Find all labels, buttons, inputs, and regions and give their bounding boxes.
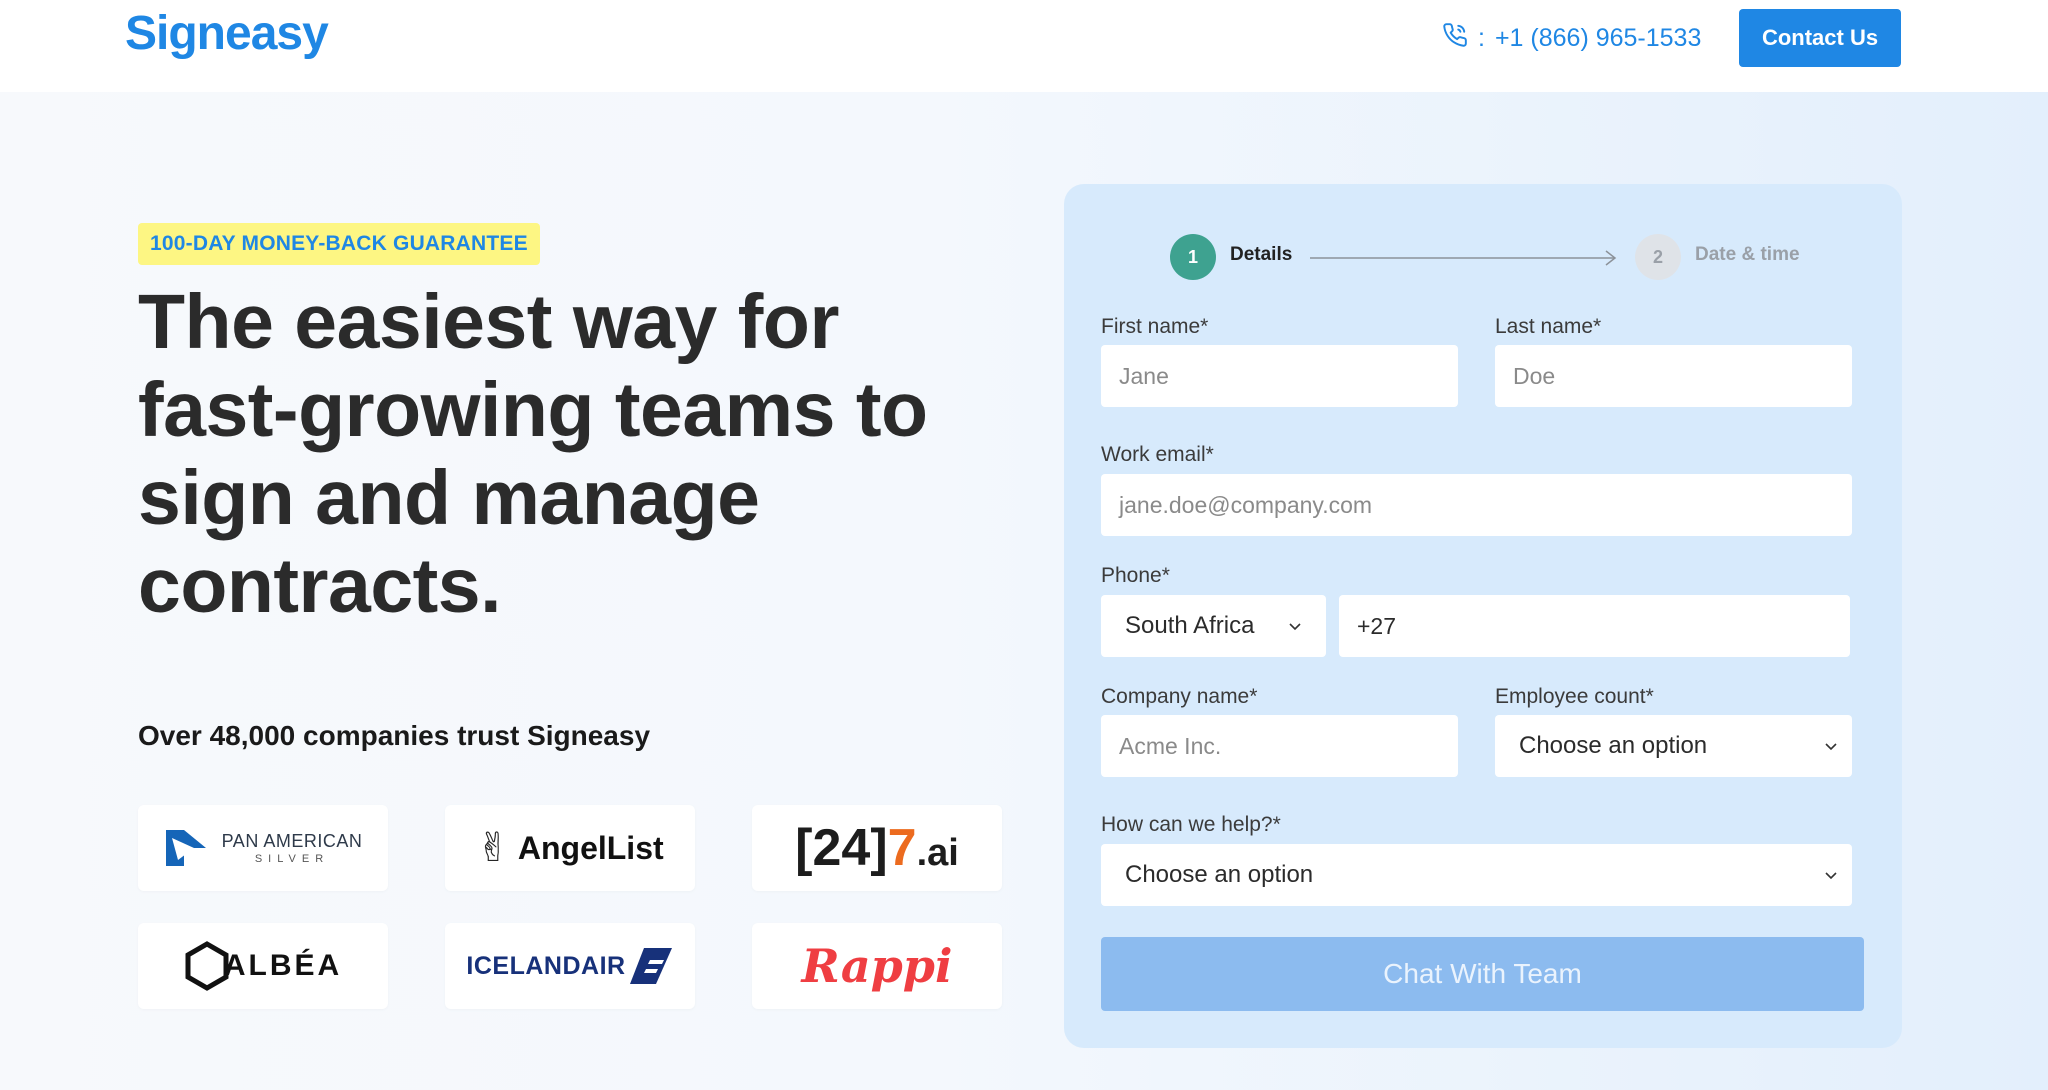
logo-247-part-b: 7 [887, 819, 917, 877]
logo-icelandair-name: ICELANDAIR [466, 951, 626, 980]
chat-with-team-button[interactable]: Chat With Team [1101, 937, 1864, 1011]
logo-pan-american-name: PAN AMERICAN [221, 830, 363, 851]
company-name-input[interactable]: Acme Inc. [1101, 715, 1458, 777]
chevron-down-icon [1289, 623, 1301, 631]
help-value: Choose an option [1125, 861, 1314, 888]
first-name-label: First name* [1101, 315, 1209, 338]
help-label: How can we help?* [1101, 813, 1281, 836]
logo-247-part-a: [24] [795, 819, 888, 877]
signeasy-logo[interactable]: Signeasy [125, 6, 329, 61]
phone-country-select[interactable]: South Africa [1101, 595, 1326, 657]
logo-angellist: ✌ AngelList [445, 805, 695, 891]
logo-247ai: [24] 7 .ai [752, 805, 1002, 891]
step-1-label: Details [1230, 244, 1293, 265]
logo-albea-name: ALBÉA [223, 949, 343, 982]
logo-rappi: Rappi [752, 923, 1002, 1009]
trust-text: Over 48,000 companies trust Signeasy [138, 720, 651, 751]
last-name-label: Last name* [1495, 315, 1602, 338]
icelandair-wing-icon [629, 948, 672, 984]
contact-us-button[interactable]: Contact Us [1739, 9, 1901, 67]
help-select[interactable]: Choose an option [1101, 844, 1852, 906]
employee-count-value: Choose an option [1519, 732, 1708, 759]
logo-angellist-name: AngelList [517, 829, 664, 866]
step-2-label: Date & time [1695, 244, 1800, 265]
pan-american-mark-icon [165, 830, 206, 866]
hero-headline: The easiest way for fast-growing teams t… [138, 279, 928, 629]
phone-contact[interactable]: : +1 (866) 965-1533 [1442, 22, 1701, 55]
phone-label: Phone* [1101, 564, 1170, 587]
demo-request-form: 1 Details 2 Date & time First name* Jane… [1064, 184, 1902, 1048]
employee-count-label: Employee count* [1495, 685, 1654, 708]
logo-247-part-c: .ai [916, 831, 959, 874]
step-2-indicator: 2 [1635, 234, 1681, 280]
step-arrow-icon [1310, 250, 1617, 266]
logo-albea: ALBÉA [138, 923, 388, 1009]
logo-pan-american-sub: SILVER [254, 852, 330, 865]
phone-prefix: : [1478, 24, 1485, 52]
first-name-input[interactable]: Jane [1101, 345, 1458, 407]
phone-country-value: South Africa [1125, 612, 1255, 639]
employee-count-select[interactable]: Choose an option [1495, 715, 1852, 777]
work-email-input[interactable]: jane.doe@company.com [1101, 474, 1852, 536]
phone-icon [1442, 22, 1468, 55]
victory-hand-icon: ✌ [476, 826, 510, 870]
company-name-label: Company name* [1101, 685, 1258, 708]
phone-number[interactable]: +1 (866) 965-1533 [1495, 24, 1701, 53]
chevron-down-icon [1825, 872, 1837, 880]
logo-rappi-name: Rappi [801, 939, 953, 993]
logo-pan-american-silver: PAN AMERICAN SILVER [138, 805, 388, 891]
top-navbar: Signeasy : +1 (866) 965-1533 Contact Us [0, 0, 2048, 92]
chevron-down-icon [1825, 743, 1837, 751]
guarantee-badge: 100-DAY MONEY-BACK GUARANTEE [138, 223, 540, 265]
logo-icelandair: ICELANDAIR [445, 923, 695, 1009]
phone-number-input[interactable]: +27 [1339, 595, 1850, 657]
step-1-indicator: 1 [1170, 234, 1216, 280]
work-email-label: Work email* [1101, 443, 1214, 466]
last-name-input[interactable]: Doe [1495, 345, 1852, 407]
